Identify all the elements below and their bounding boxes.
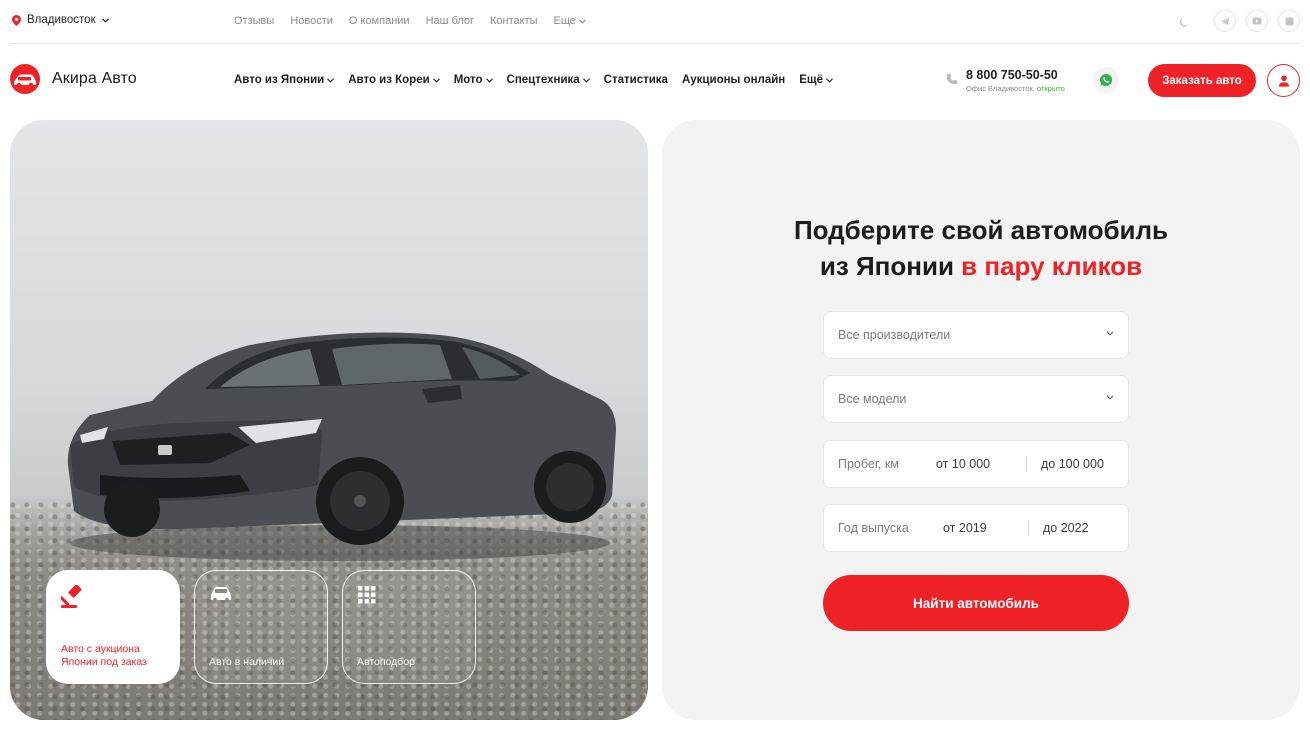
top-icons (1174, 10, 1300, 32)
office-status-line: Офис Владивосток, открыто (966, 84, 1065, 93)
chevron-down-icon (582, 77, 590, 83)
chevron-down-icon (1106, 331, 1114, 336)
main-header: Акира Авто Авто из Японии Авто из Кореи … (0, 44, 1310, 116)
card-label: Авто в наличии (209, 655, 285, 668)
chevron-down-icon (432, 77, 440, 83)
year-range: Год выпуска от 2019 до 2022 (823, 504, 1129, 552)
gavel-icon (61, 585, 82, 608)
vk-link[interactable] (1278, 10, 1300, 32)
phone-number[interactable]: 8 800 750-50-50 (966, 68, 1065, 82)
link-more-label: Еще (553, 15, 576, 27)
mileage-from-input[interactable]: от 10 000 (936, 457, 1026, 471)
site-logo[interactable]: Акира Авто (10, 64, 137, 94)
logo-text: Акира Авто (52, 70, 137, 87)
title-line-2: из Японии (819, 251, 954, 281)
link-news[interactable]: Новости (290, 15, 333, 27)
chevron-down-icon (579, 18, 586, 24)
nav-label: Ещё (799, 74, 824, 86)
card-auction-japan[interactable]: Авто с аукциона Японии под заказ (46, 570, 180, 684)
whatsapp-icon (1100, 74, 1112, 86)
model-value: Все модели (838, 392, 907, 406)
city-selector[interactable]: Владивосток (12, 14, 109, 26)
mileage-to-input[interactable]: до 100 000 (1041, 457, 1104, 471)
chevron-down-icon (485, 77, 493, 83)
manufacturer-value: Все производители (838, 328, 951, 342)
whatsapp-button[interactable] (1093, 67, 1119, 93)
phone-info: 8 800 750-50-50 Офис Владивосток, открыт… (966, 68, 1065, 93)
nav-label: Спецтехника (506, 74, 580, 86)
secondary-nav: Отзывы Новости О компании Наш блог Конта… (234, 15, 586, 27)
hero-image-panel: Авто с аукциона Японии под заказ Авто в … (10, 120, 648, 720)
account-button[interactable] (1267, 64, 1300, 97)
chevron-down-icon (101, 17, 109, 23)
nav-statistics[interactable]: Статистика (604, 74, 668, 86)
nav-label: Авто из Японии (234, 74, 325, 86)
card-cars-in-stock[interactable]: Авто в наличии (194, 570, 328, 684)
nav-label: Авто из Кореи (348, 74, 430, 86)
car-photo (67, 332, 617, 561)
youtube-icon (1252, 17, 1262, 25)
telegram-link[interactable] (1214, 10, 1236, 32)
order-car-button[interactable]: Заказать авто (1148, 64, 1256, 97)
main-nav: Авто из Японии Авто из Кореи Мото Спецте… (234, 74, 833, 86)
youtube-link[interactable] (1246, 10, 1268, 32)
search-title: Подберите свой автомобиль из Японии в па… (662, 212, 1300, 284)
chevron-down-icon (1106, 395, 1114, 400)
link-reviews[interactable]: Отзывы (234, 15, 274, 27)
logo-car-icon (10, 64, 40, 94)
nav-online-auctions[interactable]: Аукционы онлайн (682, 74, 785, 86)
link-more[interactable]: Еще (554, 15, 586, 27)
range-separator (1028, 520, 1029, 536)
year-from-input[interactable]: от 2019 (943, 521, 1028, 535)
office-status: открыто (1036, 84, 1065, 93)
nav-more[interactable]: Ещё (799, 74, 833, 86)
grid-icon (358, 586, 376, 604)
mileage-range: Пробег, км от 10 000 до 100 000 (823, 440, 1129, 488)
link-contacts[interactable]: Контакты (490, 15, 538, 27)
nav-cars-japan[interactable]: Авто из Японии (234, 74, 335, 86)
link-blog[interactable]: Наш блог (426, 15, 474, 27)
location-pin-icon (12, 14, 21, 26)
nav-label: Мото (453, 74, 483, 86)
office-text: Офис Владивосток, (966, 84, 1035, 93)
telegram-icon (1220, 17, 1230, 25)
manufacturer-select[interactable]: Все производители (823, 311, 1129, 359)
nav-label: Аукционы онлайн (681, 74, 786, 86)
chevron-down-icon (826, 77, 833, 83)
city-name: Владивосток (27, 14, 96, 26)
nav-cars-korea[interactable]: Авто из Кореи (348, 74, 440, 86)
top-bar: Владивосток Отзывы Новости О компании На… (0, 0, 1310, 44)
phone-block[interactable]: 8 800 750-50-50 Офис Владивосток, открыт… (946, 68, 1065, 93)
phone-icon (946, 73, 958, 85)
vk-icon (1285, 17, 1293, 25)
service-cards: Авто с аукциона Японии под заказ Авто в … (46, 570, 476, 684)
nav-special-equipment[interactable]: Спецтехника (507, 74, 590, 86)
card-car-selection[interactable]: Автоподбор (342, 570, 476, 684)
find-car-button[interactable]: Найти автомобиль (823, 575, 1129, 631)
car-icon (211, 587, 231, 602)
year-label: Год выпуска (838, 521, 909, 535)
title-line-1: Подберите свой автомобиль (793, 215, 1169, 245)
title-accent: в пару кликов (961, 251, 1143, 281)
theme-toggle[interactable] (1174, 10, 1196, 32)
nav-moto[interactable]: Мото (454, 74, 493, 86)
user-icon (1278, 75, 1289, 87)
year-to-input[interactable]: до 2022 (1043, 521, 1089, 535)
card-label: Авто с аукциона Японии под заказ (61, 642, 147, 668)
chevron-down-icon (327, 77, 335, 83)
link-about[interactable]: О компании (349, 15, 410, 27)
nav-label: Статистика (603, 74, 668, 86)
card-label: Автоподбор (357, 655, 415, 668)
car-search-panel: Подберите свой автомобиль из Японии в па… (662, 120, 1300, 720)
moon-icon (1179, 17, 1190, 27)
mileage-label: Пробег, км (838, 457, 899, 471)
model-select[interactable]: Все модели (823, 375, 1129, 423)
range-separator (1026, 456, 1027, 472)
